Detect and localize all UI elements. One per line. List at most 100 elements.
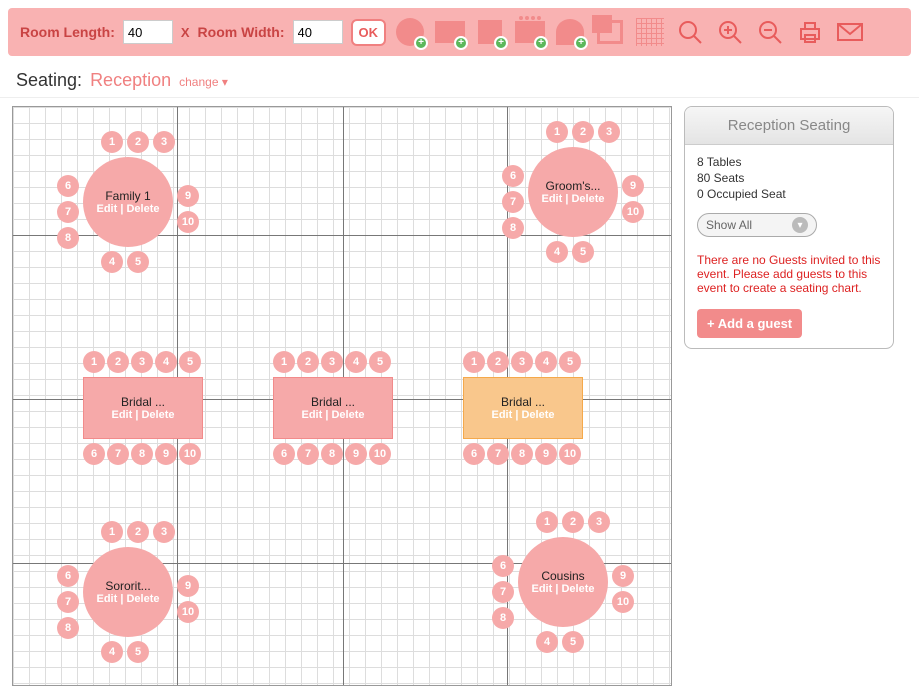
add-round-table-tool[interactable]: + bbox=[394, 16, 426, 48]
seat[interactable]: 8 bbox=[131, 443, 153, 465]
seat[interactable]: 10 bbox=[369, 443, 391, 465]
table-group[interactable]: Bridal ...Edit | Delete12345678910 bbox=[273, 377, 393, 439]
seat[interactable]: 10 bbox=[559, 443, 581, 465]
zoom-out-tool[interactable] bbox=[754, 16, 786, 48]
table-group[interactable]: Bridal ...Edit | Delete12345678910 bbox=[83, 377, 203, 439]
seat[interactable]: 3 bbox=[153, 521, 175, 543]
table-bridalb[interactable]: Bridal ...Edit | Delete bbox=[273, 377, 393, 439]
seat[interactable]: 2 bbox=[572, 121, 594, 143]
email-tool[interactable] bbox=[834, 16, 866, 48]
seat[interactable]: 9 bbox=[345, 443, 367, 465]
change-event-link[interactable]: change ▾ bbox=[179, 75, 228, 89]
seat[interactable]: 3 bbox=[598, 121, 620, 143]
table-grooms[interactable]: Groom's...Edit | Delete bbox=[528, 147, 618, 237]
seat[interactable]: 2 bbox=[562, 511, 584, 533]
seat[interactable]: 1 bbox=[463, 351, 485, 373]
seat[interactable]: 8 bbox=[57, 617, 79, 639]
seat[interactable]: 10 bbox=[622, 201, 644, 223]
table-actions[interactable]: Edit | Delete bbox=[302, 409, 365, 421]
zoom-tool[interactable] bbox=[674, 16, 706, 48]
seat[interactable]: 4 bbox=[536, 631, 558, 653]
seat[interactable]: 8 bbox=[492, 607, 514, 629]
table-actions[interactable]: Edit | Delete bbox=[97, 203, 160, 215]
seat[interactable]: 6 bbox=[57, 175, 79, 197]
seat[interactable]: 3 bbox=[153, 131, 175, 153]
seat[interactable]: 1 bbox=[83, 351, 105, 373]
seat[interactable]: 4 bbox=[546, 241, 568, 263]
table-sorority[interactable]: Sororit...Edit | Delete bbox=[83, 547, 173, 637]
print-tool[interactable] bbox=[794, 16, 826, 48]
table-cousins[interactable]: CousinsEdit | Delete bbox=[518, 537, 608, 627]
table-actions[interactable]: Edit | Delete bbox=[97, 593, 160, 605]
table-family1[interactable]: Family 1Edit | Delete bbox=[83, 157, 173, 247]
grid-toggle-tool[interactable] bbox=[634, 16, 666, 48]
seat[interactable]: 6 bbox=[273, 443, 295, 465]
seat[interactable]: 2 bbox=[297, 351, 319, 373]
room-length-input[interactable] bbox=[123, 20, 173, 44]
seating-canvas[interactable]: Family 1Edit | Delete12345678910Groom's.… bbox=[12, 106, 672, 686]
add-head-table-tool[interactable]: + bbox=[514, 16, 546, 48]
seat[interactable]: 3 bbox=[588, 511, 610, 533]
seat[interactable]: 7 bbox=[57, 201, 79, 223]
seat[interactable]: 7 bbox=[297, 443, 319, 465]
seat[interactable]: 3 bbox=[511, 351, 533, 373]
add-rect-table-tool[interactable]: + bbox=[434, 16, 466, 48]
seat[interactable]: 9 bbox=[612, 565, 634, 587]
seat[interactable]: 1 bbox=[101, 521, 123, 543]
room-width-input[interactable] bbox=[293, 20, 343, 44]
seat[interactable]: 4 bbox=[535, 351, 557, 373]
zoom-in-tool[interactable] bbox=[714, 16, 746, 48]
seat[interactable]: 6 bbox=[83, 443, 105, 465]
table-group[interactable]: CousinsEdit | Delete12345678910 bbox=[518, 537, 608, 627]
add-guest-button[interactable]: Add a guest bbox=[697, 309, 802, 338]
seat[interactable]: 2 bbox=[127, 521, 149, 543]
seat[interactable]: 2 bbox=[487, 351, 509, 373]
seat[interactable]: 8 bbox=[511, 443, 533, 465]
seat[interactable]: 10 bbox=[177, 211, 199, 233]
seat[interactable]: 7 bbox=[107, 443, 129, 465]
seat[interactable]: 1 bbox=[101, 131, 123, 153]
seat[interactable]: 5 bbox=[369, 351, 391, 373]
seat[interactable]: 9 bbox=[535, 443, 557, 465]
seat[interactable]: 1 bbox=[536, 511, 558, 533]
seat[interactable]: 10 bbox=[612, 591, 634, 613]
add-square-table-tool[interactable]: + bbox=[474, 16, 506, 48]
table-actions[interactable]: Edit | Delete bbox=[492, 409, 555, 421]
seat[interactable]: 7 bbox=[502, 191, 524, 213]
seat[interactable]: 2 bbox=[107, 351, 129, 373]
table-actions[interactable]: Edit | Delete bbox=[542, 193, 605, 205]
seat[interactable]: 9 bbox=[177, 185, 199, 207]
table-group[interactable]: Sororit...Edit | Delete12345678910 bbox=[83, 547, 173, 637]
seat[interactable]: 5 bbox=[127, 641, 149, 663]
seat[interactable]: 5 bbox=[562, 631, 584, 653]
arrange-tool[interactable] bbox=[594, 16, 626, 48]
table-actions[interactable]: Edit | Delete bbox=[532, 583, 595, 595]
seat[interactable]: 6 bbox=[492, 555, 514, 577]
seat[interactable]: 1 bbox=[273, 351, 295, 373]
seat[interactable]: 9 bbox=[155, 443, 177, 465]
seat[interactable]: 5 bbox=[127, 251, 149, 273]
seat[interactable]: 4 bbox=[101, 251, 123, 273]
seat[interactable]: 4 bbox=[155, 351, 177, 373]
seat[interactable]: 6 bbox=[57, 565, 79, 587]
seat[interactable]: 4 bbox=[101, 641, 123, 663]
seat[interactable]: 7 bbox=[492, 581, 514, 603]
seat[interactable]: 7 bbox=[487, 443, 509, 465]
seat[interactable]: 10 bbox=[177, 601, 199, 623]
seat[interactable]: 9 bbox=[622, 175, 644, 197]
ok-button[interactable]: OK bbox=[351, 19, 387, 46]
seat[interactable]: 7 bbox=[57, 591, 79, 613]
table-group[interactable]: Family 1Edit | Delete12345678910 bbox=[83, 157, 173, 247]
seat[interactable]: 10 bbox=[179, 443, 201, 465]
seat[interactable]: 8 bbox=[321, 443, 343, 465]
table-group[interactable]: Bridal ...Edit | Delete12345678910 bbox=[463, 377, 583, 439]
table-actions[interactable]: Edit | Delete bbox=[112, 409, 175, 421]
seat[interactable]: 6 bbox=[463, 443, 485, 465]
seat[interactable]: 9 bbox=[177, 575, 199, 597]
guest-filter-select[interactable]: Show All ▾ bbox=[697, 213, 817, 237]
seat[interactable]: 5 bbox=[179, 351, 201, 373]
seat[interactable]: 5 bbox=[559, 351, 581, 373]
seat[interactable]: 2 bbox=[127, 131, 149, 153]
seat[interactable]: 8 bbox=[57, 227, 79, 249]
seat[interactable]: 4 bbox=[345, 351, 367, 373]
